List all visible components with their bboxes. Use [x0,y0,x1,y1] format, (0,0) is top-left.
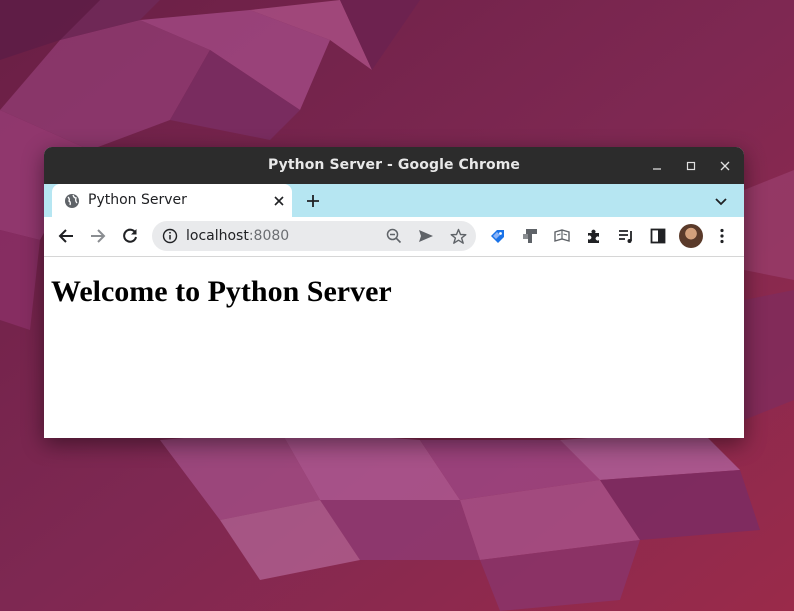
tab-python-server[interactable]: Python Server [52,184,292,217]
page-content: Welcome to Python Server [44,257,744,438]
url-port: :8080 [248,228,290,244]
title-bar: Python Server - Google Chrome [44,147,744,184]
minimize-icon[interactable] [646,155,668,177]
zoom-out-icon[interactable] [385,227,403,245]
globe-icon [65,194,79,208]
url-host: localhost [186,228,249,244]
tab-strip: Python Server [44,184,744,217]
profile-avatar[interactable] [679,224,703,248]
new-tab-plus-icon[interactable] [304,192,322,210]
site-info-icon[interactable] [162,228,178,244]
more-menu-icon[interactable] [712,226,732,246]
tab-search-chevron-icon[interactable] [714,194,728,208]
navigation-toolbar: localhost:8080 [44,217,744,257]
browser-window: Python Server - Google Chrome Python Ser… [44,147,744,438]
extension-reader-icon[interactable] [552,226,572,246]
maximize-icon[interactable] [680,155,702,177]
bookmark-star-icon[interactable] [449,227,467,245]
page-heading: Welcome to Python Server [51,275,392,308]
forward-arrow-icon[interactable] [88,226,108,246]
tab-close-icon[interactable] [272,194,286,208]
url-text[interactable]: localhost:8080 [186,221,289,251]
address-bar[interactable]: localhost:8080 [152,221,476,251]
extension-jira-icon[interactable] [520,226,540,246]
back-arrow-icon[interactable] [56,226,76,246]
close-icon[interactable] [714,155,736,177]
reload-icon[interactable] [120,226,140,246]
extension-tag-icon[interactable] [488,226,508,246]
side-panel-icon[interactable] [648,226,668,246]
send-icon[interactable] [417,227,435,245]
extensions-puzzle-icon[interactable] [584,226,604,246]
window-title: Python Server - Google Chrome [268,157,520,173]
tab-title: Python Server [88,192,187,208]
media-queue-icon[interactable] [616,226,636,246]
